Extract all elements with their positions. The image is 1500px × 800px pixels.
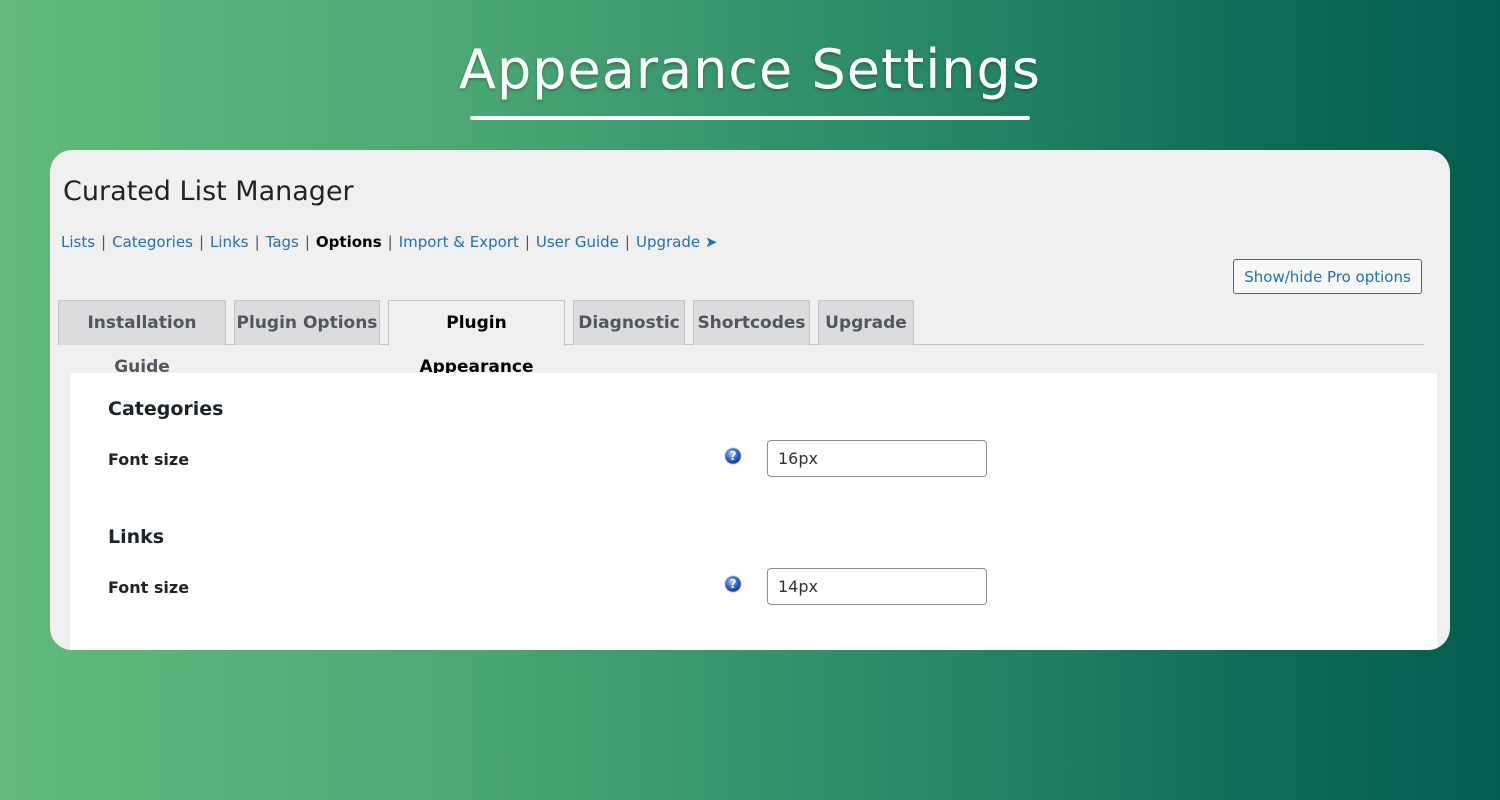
tab-installation-guide[interactable]: Installation Guide (58, 300, 226, 377)
links-font-size-label: Font size (108, 578, 190, 597)
subnav-separator: | (254, 233, 260, 251)
subnav-separator: | (304, 233, 310, 251)
hero-underline (470, 116, 1030, 120)
subnav-separator: | (387, 233, 393, 251)
subnav-user-guide[interactable]: User Guide (536, 233, 619, 251)
settings-tabs: Installation Guide Plugin Options Plugin… (58, 300, 1424, 377)
sub-navigation: Lists | Categories | Links | Tags | Options | Impo… (61, 233, 717, 251)
section-title-links: Links (108, 526, 165, 548)
page-title: Curated List Manager (63, 176, 354, 207)
svg-text:?: ? (730, 449, 737, 463)
subnav-categories[interactable]: Categories (112, 233, 193, 251)
question-icon[interactable]: ? (724, 575, 742, 593)
subnav-separator: | (624, 233, 630, 251)
show-hide-pro-options-button[interactable]: Show/hide Pro options (1233, 259, 1422, 294)
subnav-separator: | (524, 233, 530, 251)
appearance-form: Categories Font size ? Links Font size (70, 373, 1437, 650)
question-icon[interactable]: ? (724, 447, 742, 465)
subnav-separator: | (198, 233, 205, 251)
categories-font-size-label: Font size (108, 450, 190, 469)
tab-diagnostic[interactable]: Diagnostic (573, 300, 685, 345)
svg-text:?: ? (730, 577, 737, 591)
section-title-categories: Categories (108, 398, 224, 420)
tab-upgrade[interactable]: Upgrade (818, 300, 914, 345)
subnav-separator: | (101, 233, 107, 251)
subnav-import-export[interactable]: Import & Export (399, 233, 519, 251)
subnav-tags[interactable]: Tags (266, 233, 299, 251)
subnav-links[interactable]: Links (210, 233, 249, 251)
categories-font-size-input[interactable] (767, 440, 987, 477)
subnav-upgrade[interactable]: Upgrade ➤ (636, 233, 717, 251)
settings-panel: Curated List Manager Lists | Categories | Li… (50, 150, 1450, 650)
subnav-options[interactable]: Options (316, 233, 382, 251)
hero-title: Appearance Settings (459, 38, 1041, 101)
links-font-size-input[interactable] (767, 568, 987, 605)
subnav-lists[interactable]: Lists (61, 233, 95, 251)
tab-shortcodes[interactable]: Shortcodes (693, 300, 810, 345)
tab-plugin-appearance[interactable]: Plugin Appearance (388, 300, 565, 377)
tab-plugin-options[interactable]: Plugin Options (234, 300, 380, 345)
